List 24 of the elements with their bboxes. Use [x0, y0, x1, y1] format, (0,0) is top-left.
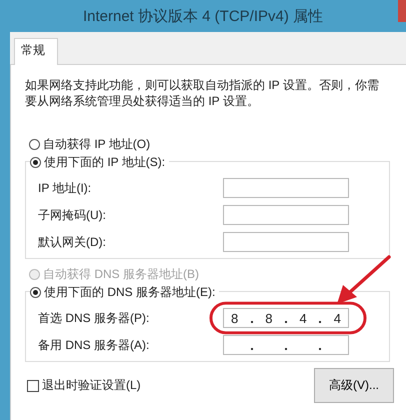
- advanced-button[interactable]: 高级(V)...: [314, 368, 394, 403]
- field-label: 子网掩码(U):: [37, 206, 106, 224]
- radio-icon[interactable]: [30, 286, 41, 298]
- window-title: Internet 协议版本 4 (TCP/IPv4) 属性: [82, 6, 324, 26]
- radio-option[interactable]: 使用下面的 IP 地址(S):: [30, 153, 170, 171]
- radio-option[interactable]: 使用下面的 DNS 服务器地址(E):: [30, 283, 220, 301]
- radio-icon[interactable]: [30, 156, 41, 168]
- checkbox-option[interactable]: 退出时验证设置(L): [27, 377, 141, 394]
- field-label: 备用 DNS 服务器(A):: [37, 336, 150, 354]
- field-label: IP 地址(I):: [37, 180, 92, 196]
- radio-icon[interactable]: [29, 138, 40, 150]
- input-field[interactable]: [223, 205, 349, 225]
- checkbox[interactable]: [27, 380, 39, 392]
- tab[interactable]: 常规: [14, 38, 58, 65]
- description-text: 如果网络支持此功能，则可以获取自动指派的 IP 设置。否则，你需要从网络系统管理员处获得适当的 IP 设置。: [25, 77, 380, 109]
- input-field[interactable]: [223, 232, 349, 252]
- close-button[interactable]: [398, 0, 406, 22]
- annotation-arrow: [335, 255, 392, 305]
- radio-option[interactable]: 自动获得 IP 地址(O): [29, 135, 396, 153]
- field-label: 默认网关(D):: [37, 234, 106, 250]
- field-label: 首选 DNS 服务器(P):: [37, 310, 150, 326]
- input-field[interactable]: [223, 335, 349, 355]
- input-field[interactable]: 8 8 4 4: [223, 308, 349, 328]
- input-field[interactable]: [223, 178, 349, 198]
